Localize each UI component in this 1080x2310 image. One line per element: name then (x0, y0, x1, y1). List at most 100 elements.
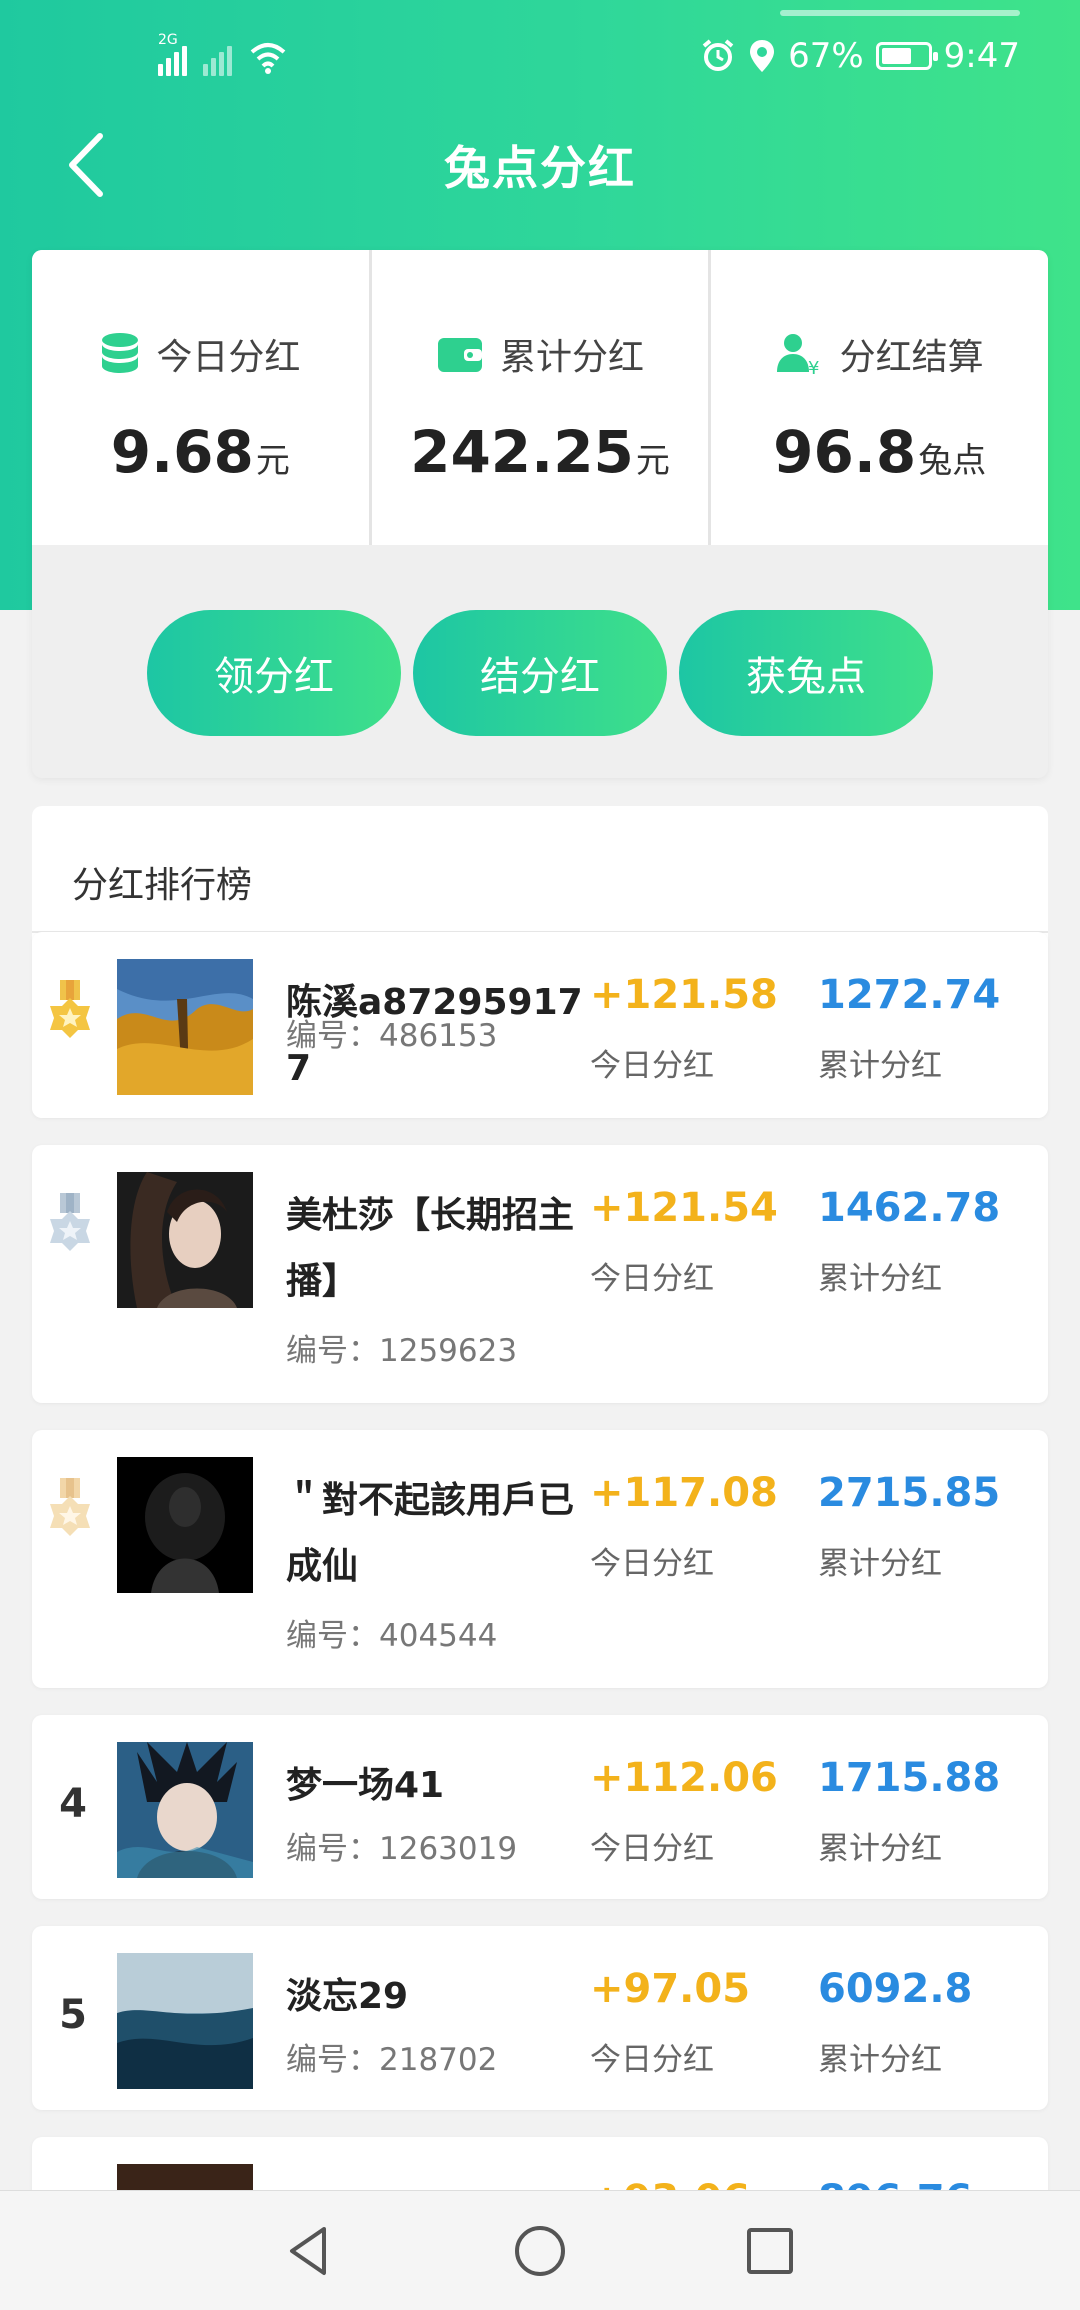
status-right: 67% 9:47 (700, 36, 1020, 76)
database-icon (102, 333, 139, 373)
total-dividend-label: 累计分红 (818, 1048, 942, 1084)
today-dividend-label: 今日分红 (590, 1546, 714, 1582)
today-dividend-value: +117.08 (590, 1470, 778, 1516)
wifi-icon (250, 43, 286, 74)
user-id: 编号：404544 (286, 1610, 497, 1655)
user-id: 编号：486153 (286, 1010, 497, 1055)
summary-card: 今日分红 9.68元 累计分红 242.25元 ¥ 分红结算 96.8兔点 领分… (32, 250, 1048, 778)
rank-number: 5 (59, 1992, 87, 2038)
user-yen-icon: ¥ (776, 334, 819, 376)
get-points-button[interactable]: 获兔点 (679, 610, 933, 736)
stat-unit: 元 (255, 441, 290, 481)
user-id: 编号：1259623 (286, 1325, 517, 1370)
user-id: 编号：1263019 (286, 1823, 517, 1868)
clock: 9:47 (943, 36, 1020, 76)
page-title: 兔点分红 (444, 141, 636, 195)
alarm-icon (702, 39, 734, 71)
total-dividend-label: 累计分红 (818, 1546, 942, 1582)
total-dividend-label: 累计分红 (818, 2042, 942, 2078)
user-id-value: 486153 (379, 1018, 498, 1054)
stat-head: ¥ 分红结算 (711, 328, 1048, 380)
status-pill (780, 10, 1020, 16)
battery-fill (881, 48, 911, 64)
avatar (117, 1457, 253, 1593)
home-circle-icon[interactable] (510, 2221, 570, 2281)
stat-label: 今日分红 (156, 337, 301, 378)
total-dividend-value: 6092.8 (818, 1966, 973, 2012)
today-dividend-value: +121.54 (590, 1185, 778, 1231)
total-dividend-value: 1715.88 (818, 1755, 1001, 1801)
table-row[interactable]: 陈溪a872959177 编号：486153 +121.58 今日分红 1272… (32, 932, 1048, 1118)
today-dividend-label: 今日分红 (590, 1048, 714, 1084)
recents-square-icon[interactable] (740, 2221, 800, 2281)
total-dividend-label: 累计分红 (818, 1831, 942, 1867)
stat-value: 9.68元 (32, 418, 369, 486)
stat-value: 96.8兔点 (711, 418, 1048, 486)
gold-medal-icon (50, 980, 90, 1038)
stat-today[interactable]: 今日分红 9.68元 (32, 250, 369, 545)
table-row[interactable]: ＂對不起該用戶已成仙 编号：404544 +117.08 今日分红 2715.8… (32, 1430, 1048, 1688)
nav-bar: 兔点分红 (0, 110, 1080, 220)
stats-row: 今日分红 9.68元 累计分红 242.25元 ¥ 分红结算 96.8兔点 (32, 250, 1048, 545)
network-type-label: 2G (158, 32, 178, 48)
status-left: 2G (158, 32, 288, 76)
user-name: 梦一场41 (286, 1765, 445, 1806)
svg-text:¥: ¥ (808, 358, 819, 376)
user-name: 淡忘29 (286, 1976, 409, 2017)
bronze-medal-icon (50, 1478, 90, 1536)
user-id-value: 404544 (379, 1618, 498, 1654)
today-dividend-label: 今日分红 (590, 2042, 714, 2078)
user-name: ＂對不起該用戶已成仙 (286, 1480, 575, 1587)
table-row[interactable]: 美杜莎【长期招主播】 编号：1259623 +121.54 今日分红 1462.… (32, 1145, 1048, 1403)
battery-icon (875, 42, 938, 70)
ranking-title: 分红排行榜 (72, 865, 253, 906)
silver-medal-icon (50, 1193, 90, 1251)
system-nav-bar (0, 2190, 1080, 2310)
stat-number: 96.8 (773, 418, 917, 486)
stat-head: 累计分红 (372, 328, 709, 380)
total-dividend-value: 2715.85 (818, 1470, 1001, 1516)
user-name: 美杜莎【长期招主播】 (286, 1195, 575, 1302)
signal-no-service-icon (203, 40, 232, 76)
stat-unit: 元 (635, 441, 670, 481)
stat-number: 242.25 (410, 418, 634, 486)
avatar (117, 1742, 253, 1878)
avatar (117, 959, 253, 1095)
back-triangle-icon[interactable] (280, 2221, 340, 2281)
stat-label: 累计分红 (500, 337, 645, 378)
status-bar: 2G 67% 9:47 (0, 30, 1080, 94)
claim-dividend-button[interactable]: 领分红 (147, 610, 401, 736)
user-id: 编号：218702 (286, 2034, 497, 2079)
stat-number: 9.68 (110, 418, 254, 486)
stat-label: 分红结算 (839, 337, 984, 378)
stat-unit: 兔点 (918, 441, 987, 481)
today-dividend-value: +121.58 (590, 972, 778, 1018)
signal-icon: 2G (158, 32, 187, 76)
user-id-value: 1263019 (379, 1831, 518, 1867)
user-id-value: 218702 (379, 2042, 498, 2078)
rank-number: 4 (59, 1781, 87, 1827)
today-dividend-value: +112.06 (590, 1755, 778, 1801)
user-id-prefix: 编号： (286, 1333, 379, 1369)
total-dividend-value: 1272.74 (818, 972, 1001, 1018)
user-id-prefix: 编号： (286, 1831, 379, 1867)
avatar (117, 1953, 253, 2089)
settle-dividend-button[interactable]: 结分红 (413, 610, 667, 736)
stat-total[interactable]: 累计分红 242.25元 (368, 250, 709, 545)
stat-head: 今日分红 (32, 328, 369, 380)
avatar (117, 1172, 253, 1308)
user-id-value: 1259623 (379, 1333, 518, 1369)
user-id-prefix: 编号： (286, 1018, 379, 1054)
user-id-prefix: 编号： (286, 1618, 379, 1654)
stat-settle[interactable]: ¥ 分红结算 96.8兔点 (708, 250, 1048, 545)
today-dividend-label: 今日分红 (590, 1261, 714, 1297)
location-icon (750, 40, 775, 72)
table-row[interactable]: 4 梦一场41 编号：1263019 +112.06 今日分红 1715.88 … (32, 1715, 1048, 1899)
wallet-icon (438, 338, 482, 372)
total-dividend-label: 累计分红 (818, 1261, 942, 1297)
total-dividend-value: 1462.78 (818, 1185, 1001, 1231)
table-row[interactable]: 5 淡忘29 编号：218702 +97.05 今日分红 6092.8 累计分红 (32, 1926, 1048, 2110)
stat-value: 242.25元 (372, 418, 709, 486)
user-id-prefix: 编号： (286, 2042, 379, 2078)
battery-percent: 67% (788, 36, 864, 76)
